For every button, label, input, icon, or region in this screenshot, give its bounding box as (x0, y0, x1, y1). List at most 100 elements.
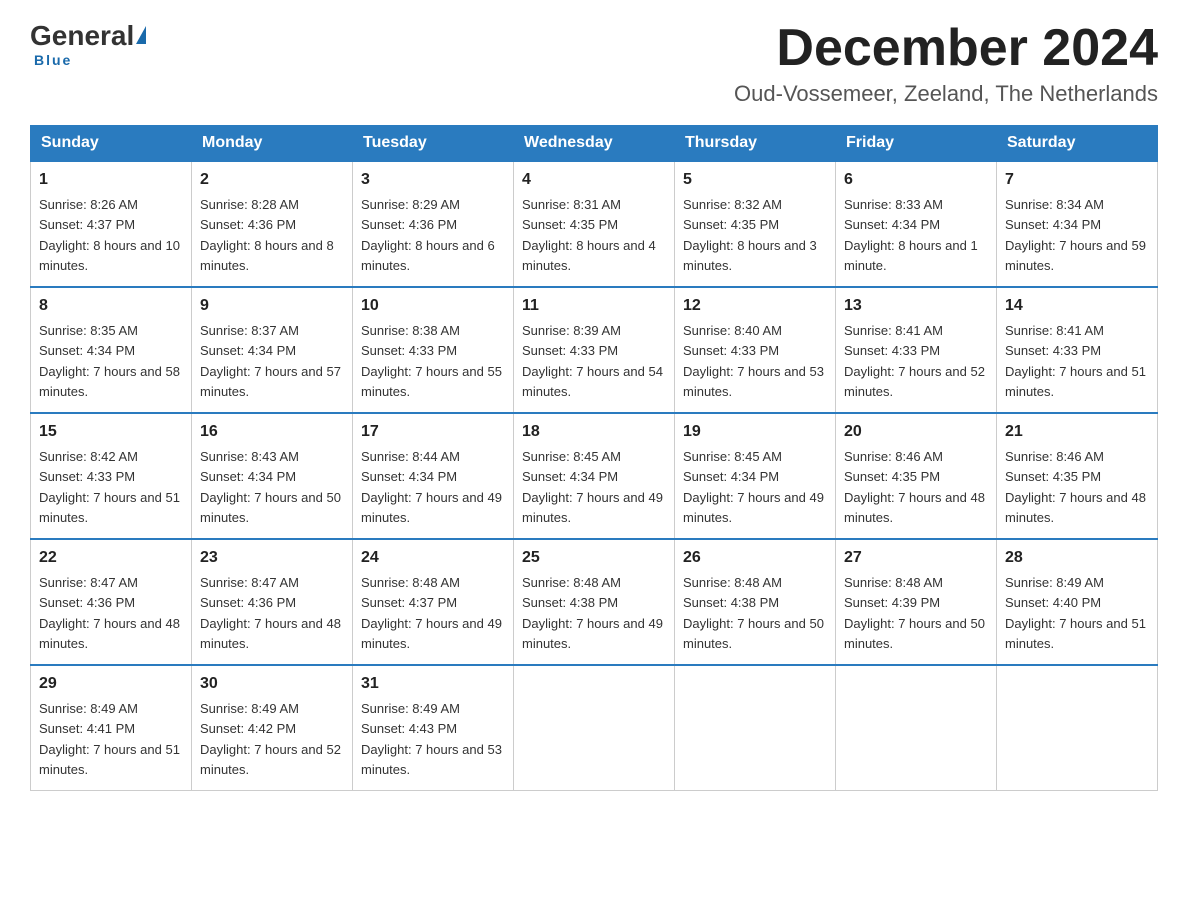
week-row-3: 15 Sunrise: 8:42 AMSunset: 4:33 PMDaylig… (31, 413, 1158, 539)
weekday-header-tuesday: Tuesday (353, 126, 514, 162)
day-info: Sunrise: 8:41 AMSunset: 4:33 PMDaylight:… (1005, 323, 1146, 399)
day-number: 27 (844, 546, 988, 570)
day-info: Sunrise: 8:43 AMSunset: 4:34 PMDaylight:… (200, 449, 341, 525)
day-info: Sunrise: 8:48 AMSunset: 4:38 PMDaylight:… (683, 575, 824, 651)
calendar-table: SundayMondayTuesdayWednesdayThursdayFrid… (30, 125, 1158, 791)
location-subtitle: Oud-Vossemeer, Zeeland, The Netherlands (734, 81, 1158, 107)
day-number: 23 (200, 546, 344, 570)
page-header: General Blue December 2024 Oud-Vossemeer… (30, 20, 1158, 107)
week-row-5: 29 Sunrise: 8:49 AMSunset: 4:41 PMDaylig… (31, 665, 1158, 791)
day-info: Sunrise: 8:47 AMSunset: 4:36 PMDaylight:… (39, 575, 180, 651)
calendar-cell: 28 Sunrise: 8:49 AMSunset: 4:40 PMDaylig… (997, 539, 1158, 665)
calendar-cell: 2 Sunrise: 8:28 AMSunset: 4:36 PMDayligh… (192, 161, 353, 287)
day-info: Sunrise: 8:48 AMSunset: 4:37 PMDaylight:… (361, 575, 502, 651)
day-info: Sunrise: 8:39 AMSunset: 4:33 PMDaylight:… (522, 323, 663, 399)
calendar-cell: 25 Sunrise: 8:48 AMSunset: 4:38 PMDaylig… (514, 539, 675, 665)
day-info: Sunrise: 8:31 AMSunset: 4:35 PMDaylight:… (522, 197, 656, 273)
day-number: 12 (683, 294, 827, 318)
day-info: Sunrise: 8:49 AMSunset: 4:43 PMDaylight:… (361, 701, 502, 777)
calendar-cell: 1 Sunrise: 8:26 AMSunset: 4:37 PMDayligh… (31, 161, 192, 287)
logo-blue-text: Blue (34, 52, 72, 68)
day-info: Sunrise: 8:48 AMSunset: 4:39 PMDaylight:… (844, 575, 985, 651)
calendar-cell: 9 Sunrise: 8:37 AMSunset: 4:34 PMDayligh… (192, 287, 353, 413)
day-number: 31 (361, 672, 505, 696)
day-info: Sunrise: 8:44 AMSunset: 4:34 PMDaylight:… (361, 449, 502, 525)
calendar-cell: 8 Sunrise: 8:35 AMSunset: 4:34 PMDayligh… (31, 287, 192, 413)
day-number: 13 (844, 294, 988, 318)
day-number: 18 (522, 420, 666, 444)
calendar-cell: 13 Sunrise: 8:41 AMSunset: 4:33 PMDaylig… (836, 287, 997, 413)
calendar-cell: 14 Sunrise: 8:41 AMSunset: 4:33 PMDaylig… (997, 287, 1158, 413)
calendar-cell (514, 665, 675, 791)
logo: General Blue (30, 20, 146, 70)
day-info: Sunrise: 8:45 AMSunset: 4:34 PMDaylight:… (522, 449, 663, 525)
day-number: 20 (844, 420, 988, 444)
logo-general-text: General (30, 20, 134, 52)
day-number: 3 (361, 168, 505, 192)
day-info: Sunrise: 8:42 AMSunset: 4:33 PMDaylight:… (39, 449, 180, 525)
calendar-cell: 27 Sunrise: 8:48 AMSunset: 4:39 PMDaylig… (836, 539, 997, 665)
weekday-header-monday: Monday (192, 126, 353, 162)
day-number: 30 (200, 672, 344, 696)
calendar-cell (675, 665, 836, 791)
day-number: 14 (1005, 294, 1149, 318)
day-number: 15 (39, 420, 183, 444)
calendar-cell: 12 Sunrise: 8:40 AMSunset: 4:33 PMDaylig… (675, 287, 836, 413)
calendar-cell: 7 Sunrise: 8:34 AMSunset: 4:34 PMDayligh… (997, 161, 1158, 287)
day-number: 26 (683, 546, 827, 570)
day-info: Sunrise: 8:33 AMSunset: 4:34 PMDaylight:… (844, 197, 978, 273)
day-number: 10 (361, 294, 505, 318)
weekday-header-saturday: Saturday (997, 126, 1158, 162)
day-number: 5 (683, 168, 827, 192)
day-info: Sunrise: 8:46 AMSunset: 4:35 PMDaylight:… (1005, 449, 1146, 525)
weekday-header-sunday: Sunday (31, 126, 192, 162)
day-info: Sunrise: 8:49 AMSunset: 4:40 PMDaylight:… (1005, 575, 1146, 651)
day-number: 1 (39, 168, 183, 192)
day-info: Sunrise: 8:40 AMSunset: 4:33 PMDaylight:… (683, 323, 824, 399)
calendar-cell: 24 Sunrise: 8:48 AMSunset: 4:37 PMDaylig… (353, 539, 514, 665)
day-info: Sunrise: 8:45 AMSunset: 4:34 PMDaylight:… (683, 449, 824, 525)
day-number: 22 (39, 546, 183, 570)
day-info: Sunrise: 8:47 AMSunset: 4:36 PMDaylight:… (200, 575, 341, 651)
calendar-cell (836, 665, 997, 791)
day-number: 16 (200, 420, 344, 444)
month-title: December 2024 (734, 20, 1158, 77)
day-number: 21 (1005, 420, 1149, 444)
calendar-cell: 19 Sunrise: 8:45 AMSunset: 4:34 PMDaylig… (675, 413, 836, 539)
day-number: 17 (361, 420, 505, 444)
day-number: 24 (361, 546, 505, 570)
day-info: Sunrise: 8:49 AMSunset: 4:42 PMDaylight:… (200, 701, 341, 777)
week-row-1: 1 Sunrise: 8:26 AMSunset: 4:37 PMDayligh… (31, 161, 1158, 287)
calendar-cell: 30 Sunrise: 8:49 AMSunset: 4:42 PMDaylig… (192, 665, 353, 791)
calendar-cell: 17 Sunrise: 8:44 AMSunset: 4:34 PMDaylig… (353, 413, 514, 539)
day-info: Sunrise: 8:34 AMSunset: 4:34 PMDaylight:… (1005, 197, 1146, 273)
day-info: Sunrise: 8:46 AMSunset: 4:35 PMDaylight:… (844, 449, 985, 525)
calendar-cell: 22 Sunrise: 8:47 AMSunset: 4:36 PMDaylig… (31, 539, 192, 665)
day-info: Sunrise: 8:28 AMSunset: 4:36 PMDaylight:… (200, 197, 334, 273)
calendar-cell: 20 Sunrise: 8:46 AMSunset: 4:35 PMDaylig… (836, 413, 997, 539)
day-number: 2 (200, 168, 344, 192)
day-number: 8 (39, 294, 183, 318)
day-number: 11 (522, 294, 666, 318)
week-row-2: 8 Sunrise: 8:35 AMSunset: 4:34 PMDayligh… (31, 287, 1158, 413)
weekday-header-wednesday: Wednesday (514, 126, 675, 162)
weekday-header-row: SundayMondayTuesdayWednesdayThursdayFrid… (31, 126, 1158, 162)
calendar-cell: 26 Sunrise: 8:48 AMSunset: 4:38 PMDaylig… (675, 539, 836, 665)
day-info: Sunrise: 8:37 AMSunset: 4:34 PMDaylight:… (200, 323, 341, 399)
logo-triangle-icon (136, 26, 146, 44)
calendar-cell: 6 Sunrise: 8:33 AMSunset: 4:34 PMDayligh… (836, 161, 997, 287)
day-info: Sunrise: 8:32 AMSunset: 4:35 PMDaylight:… (683, 197, 817, 273)
calendar-cell: 23 Sunrise: 8:47 AMSunset: 4:36 PMDaylig… (192, 539, 353, 665)
day-info: Sunrise: 8:29 AMSunset: 4:36 PMDaylight:… (361, 197, 495, 273)
day-info: Sunrise: 8:26 AMSunset: 4:37 PMDaylight:… (39, 197, 180, 273)
day-number: 9 (200, 294, 344, 318)
day-info: Sunrise: 8:49 AMSunset: 4:41 PMDaylight:… (39, 701, 180, 777)
calendar-cell (997, 665, 1158, 791)
calendar-cell: 3 Sunrise: 8:29 AMSunset: 4:36 PMDayligh… (353, 161, 514, 287)
calendar-cell: 29 Sunrise: 8:49 AMSunset: 4:41 PMDaylig… (31, 665, 192, 791)
calendar-cell: 10 Sunrise: 8:38 AMSunset: 4:33 PMDaylig… (353, 287, 514, 413)
day-info: Sunrise: 8:48 AMSunset: 4:38 PMDaylight:… (522, 575, 663, 651)
day-number: 29 (39, 672, 183, 696)
day-number: 25 (522, 546, 666, 570)
day-info: Sunrise: 8:35 AMSunset: 4:34 PMDaylight:… (39, 323, 180, 399)
